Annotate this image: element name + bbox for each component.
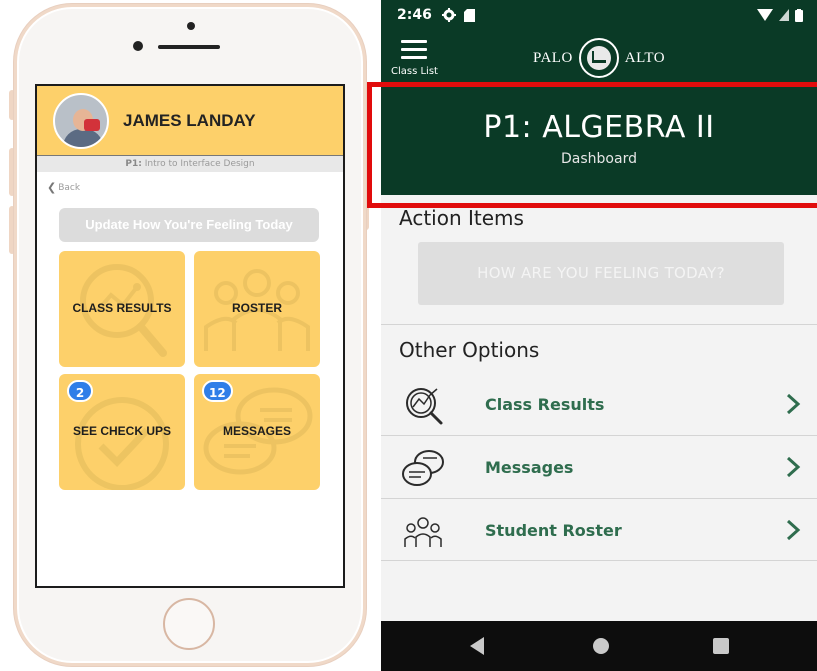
brand-right-text: ALTO (624, 49, 666, 66)
gear-icon (441, 8, 456, 22)
school-seal-logo (578, 38, 619, 78)
status-time: 2:46 (397, 7, 432, 23)
chevron-right-icon (786, 456, 801, 478)
option-row-messages[interactable]: Messages (381, 436, 817, 498)
chevron-right-icon (786, 519, 801, 541)
profile-header: JAMES LANDAY (37, 86, 343, 156)
android-nav-bar (381, 621, 817, 671)
option-row-student-roster[interactable]: Student Roster (381, 499, 817, 561)
roster-tile[interactable]: ROSTER (194, 251, 320, 367)
sd-card-icon (463, 8, 475, 22)
option-label: Messages (485, 457, 574, 477)
tile-label: MESSAGES (222, 424, 291, 438)
left-app-screen: JAMES LANDAY P1: Intro to Interface Desi… (35, 84, 345, 588)
back-label: Back (58, 182, 81, 193)
course-subtitle: P1: Intro to Interface Design (37, 156, 343, 172)
nav-home-icon[interactable] (593, 638, 609, 654)
front-sensor (187, 22, 195, 30)
chevron-right-icon (786, 393, 801, 415)
class-list-label[interactable]: Class List (391, 66, 438, 77)
messages-count-badge: 12 (202, 380, 233, 402)
see-check-ups-tile[interactable]: 2 SEE CHECK UPS (59, 374, 185, 490)
course-title: Intro to Interface Design (144, 159, 255, 169)
iphone-mockup: JAMES LANDAY P1: Intro to Interface Desi… (0, 0, 372, 671)
option-label: Class Results (485, 394, 605, 414)
chat-bubbles-icon (402, 450, 444, 486)
brand-left-text: PALO (533, 49, 573, 66)
page-subtitle: Dashboard (561, 151, 637, 167)
class-hero: P1: ALGEBRA II Dashboard (381, 82, 817, 195)
action-items-heading: Action Items (399, 206, 524, 230)
tile-label: CLASS RESULTS (72, 301, 172, 315)
tile-label: ROSTER (231, 301, 282, 315)
class-title: P1: ALGEBRA II (483, 110, 715, 145)
school-brand: PALO ALTO (533, 38, 665, 78)
wifi-icon (757, 9, 773, 21)
magnifier-chart-icon (406, 388, 443, 425)
front-camera (133, 41, 143, 51)
app-bar: Class List PALO ALTO (381, 30, 817, 82)
chevron-left-icon: ❮ (47, 181, 57, 194)
menu-icon[interactable] (401, 40, 427, 64)
battery-icon (795, 8, 803, 22)
feeling-today-button[interactable]: HOW ARE YOU FEELING TODAY? (418, 242, 784, 305)
course-code: P1: (125, 159, 142, 169)
comparison-stage: JAMES LANDAY P1: Intro to Interface Desi… (0, 0, 817, 671)
option-row-class-results[interactable]: Class Results (381, 373, 817, 435)
tile-label: SEE CHECK UPS (72, 424, 172, 438)
earpiece-speaker (158, 45, 220, 49)
nav-back-icon[interactable] (470, 637, 484, 655)
nav-recents-icon[interactable] (713, 638, 729, 654)
home-button[interactable] (163, 598, 215, 650)
option-label: Student Roster (485, 520, 622, 540)
other-options-heading: Other Options (399, 338, 540, 362)
signal-icon (779, 9, 789, 21)
profile-name: JAMES LANDAY (123, 110, 256, 130)
checkups-count-badge: 2 (67, 380, 93, 402)
messages-tile[interactable]: 12 MESSAGES (194, 374, 320, 490)
update-feeling-button[interactable]: Update How You're Feeling Today (59, 208, 319, 242)
divider (381, 324, 817, 325)
avatar[interactable] (53, 92, 109, 149)
back-link[interactable]: ❮ Back (47, 181, 80, 194)
people-group-icon (404, 517, 442, 547)
right-app-screen: 2:46 Class List PALO ALTO P1: ALGEBRA II… (381, 0, 817, 671)
status-bar: 2:46 (381, 0, 817, 30)
divider (381, 560, 817, 561)
class-results-tile[interactable]: CLASS RESULTS (59, 251, 185, 367)
